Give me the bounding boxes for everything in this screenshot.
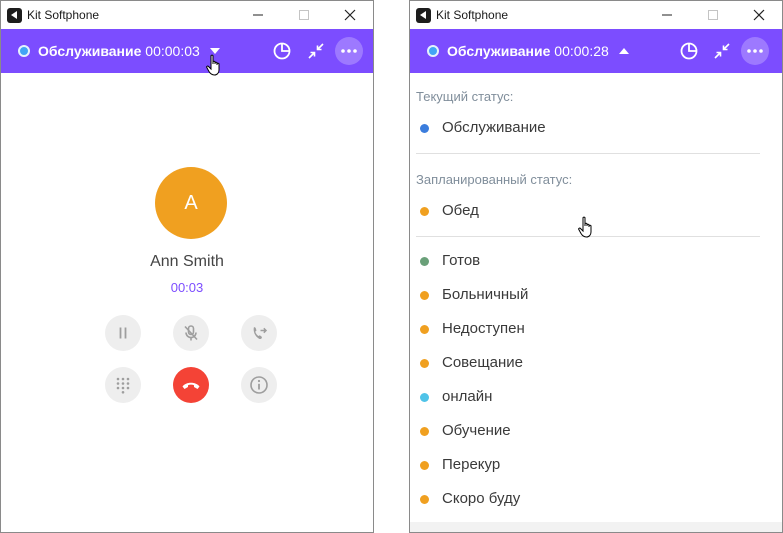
planned-status-heading: Запланированный статус: xyxy=(416,172,573,187)
status-label: Обед xyxy=(442,202,479,219)
more-icon xyxy=(747,49,763,53)
transfer-button[interactable] xyxy=(241,315,277,351)
close-icon xyxy=(344,9,356,21)
hand-cursor-icon xyxy=(578,216,592,238)
minimize-button[interactable] xyxy=(235,1,281,29)
status-dot xyxy=(420,495,429,504)
more-icon xyxy=(341,49,357,53)
phone-hangup-icon xyxy=(182,382,200,389)
minimize-icon xyxy=(662,14,672,16)
status-option-training[interactable]: Обучение xyxy=(410,416,770,446)
status-dot xyxy=(420,257,429,266)
window-title: Kit Softphone xyxy=(436,8,509,22)
collapse-icon xyxy=(308,43,324,59)
minimize-icon xyxy=(253,14,263,16)
status-option-sick[interactable]: Больничный xyxy=(410,280,770,310)
caret-up-icon[interactable] xyxy=(619,48,629,54)
status-label: Обслуживание xyxy=(442,119,546,136)
statistics-button[interactable] xyxy=(676,38,702,64)
status-label: Перекур xyxy=(442,456,501,473)
status-label: Готов xyxy=(442,252,481,269)
status-dot xyxy=(420,207,429,216)
status-label: Скоро буду xyxy=(442,490,521,507)
status-option-unavailable[interactable]: Недоступен xyxy=(410,314,770,344)
app-header: Обслуживание 00:00:03 xyxy=(1,29,373,73)
app-logo-icon xyxy=(416,8,431,23)
info-icon xyxy=(250,376,268,394)
contact-avatar: A xyxy=(155,167,227,239)
status-timer: 00:00:28 xyxy=(554,43,609,59)
more-button[interactable] xyxy=(741,37,769,65)
status-indicator xyxy=(427,45,439,57)
softphone-window-call: Kit Softphone Обслуживание 00:00:03 A An… xyxy=(0,0,374,533)
maximize-button xyxy=(281,1,327,29)
pause-icon xyxy=(119,327,127,339)
status-dot xyxy=(420,124,429,133)
divider xyxy=(416,153,760,154)
status-dot xyxy=(420,359,429,368)
maximize-button xyxy=(690,1,736,29)
hand-cursor-icon xyxy=(206,54,220,76)
softphone-window-status: Kit Softphone Обслуживание 00:00:28 Теку… xyxy=(409,0,783,533)
close-icon xyxy=(753,9,765,21)
hold-button[interactable] xyxy=(105,315,141,351)
minimize-view-button[interactable] xyxy=(303,38,329,64)
collapse-icon xyxy=(714,43,730,59)
app-logo-icon xyxy=(7,8,22,23)
current-status-heading: Текущий статус: xyxy=(416,89,514,104)
current-status-item: Обслуживание xyxy=(410,113,770,143)
status-name: Обслуживание xyxy=(447,43,551,59)
maximize-icon xyxy=(299,10,309,20)
dialpad-button[interactable] xyxy=(105,367,141,403)
status-option-back-soon[interactable]: Скоро буду xyxy=(410,484,770,514)
mute-button[interactable] xyxy=(173,315,209,351)
status-dot xyxy=(420,291,429,300)
pie-chart-icon xyxy=(680,42,698,60)
minimize-button[interactable] xyxy=(644,1,690,29)
app-header: Обслуживание 00:00:28 xyxy=(410,29,782,73)
status-timer: 00:00:03 xyxy=(145,43,200,59)
statistics-button[interactable] xyxy=(269,38,295,64)
status-option-break[interactable]: Перекур xyxy=(410,450,770,480)
microphone-off-icon xyxy=(184,325,198,341)
status-label: онлайн xyxy=(442,388,493,405)
status-label: Больничный xyxy=(442,286,529,303)
status-indicator xyxy=(18,45,30,57)
hangup-button[interactable] xyxy=(173,367,209,403)
title-bar[interactable]: Kit Softphone xyxy=(410,1,782,29)
call-duration: 00:03 xyxy=(170,280,204,295)
status-dot xyxy=(420,461,429,470)
status-option-ready[interactable]: Готов xyxy=(410,246,770,276)
maximize-icon xyxy=(708,10,718,20)
dialpad-icon xyxy=(116,377,130,394)
status-dot xyxy=(420,393,429,402)
pie-chart-icon xyxy=(273,42,291,60)
status-name: Обслуживание xyxy=(38,43,142,59)
status-label: Совещание xyxy=(442,354,524,371)
status-label: Недоступен xyxy=(442,320,525,337)
status-dot xyxy=(420,427,429,436)
status-dropdown[interactable]: Обслуживание 00:00:03 xyxy=(38,43,200,59)
status-dot xyxy=(420,325,429,334)
avatar-letter: A xyxy=(184,191,198,214)
status-dropdown[interactable]: Обслуживание 00:00:28 xyxy=(447,43,609,59)
title-bar[interactable]: Kit Softphone xyxy=(1,1,373,29)
close-button[interactable] xyxy=(327,1,373,29)
more-button[interactable] xyxy=(335,37,363,65)
status-label: Обучение xyxy=(442,422,511,439)
window-title: Kit Softphone xyxy=(27,8,100,22)
contact-name: Ann Smith xyxy=(150,253,224,270)
close-button[interactable] xyxy=(736,1,782,29)
status-option-meeting[interactable]: Совещание xyxy=(410,348,770,378)
info-button[interactable] xyxy=(241,367,277,403)
list-bottom-edge xyxy=(410,522,782,532)
minimize-view-button[interactable] xyxy=(709,38,735,64)
status-option-online[interactable]: онлайн xyxy=(410,382,770,412)
call-transfer-icon xyxy=(253,327,268,340)
